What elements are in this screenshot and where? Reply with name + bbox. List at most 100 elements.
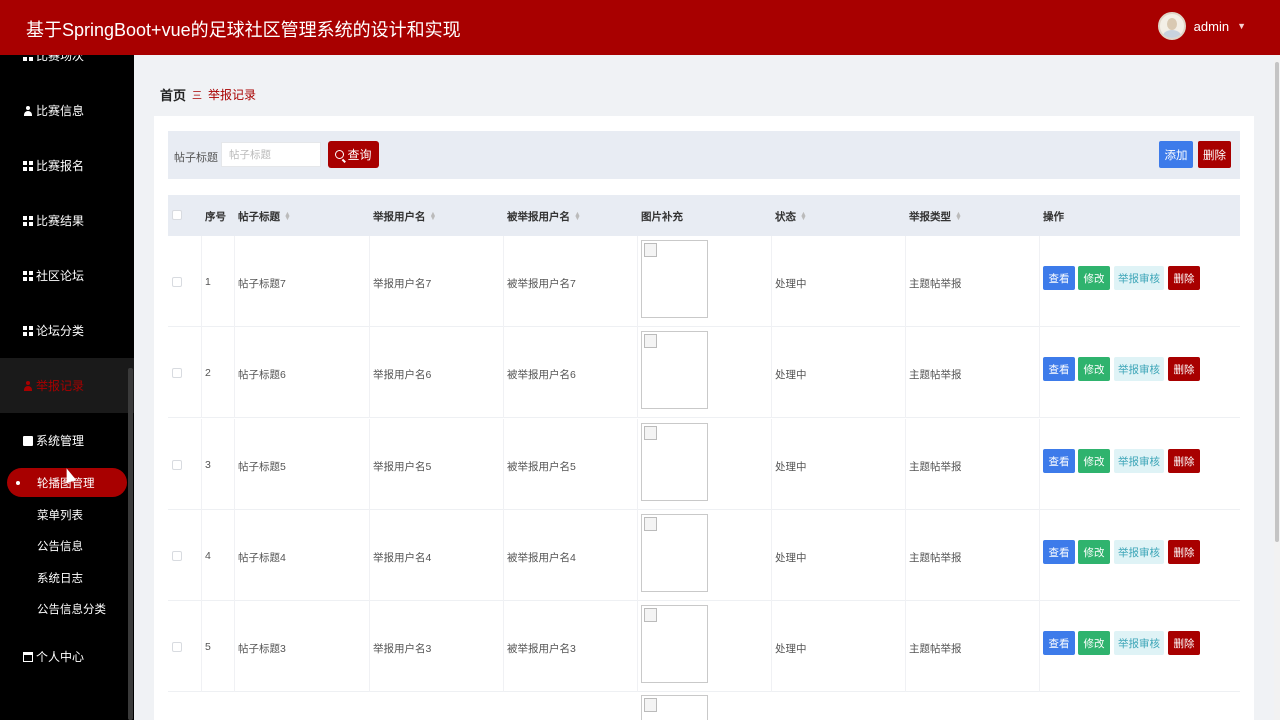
sidebar-item-label: 比赛结果 (36, 214, 85, 228)
delete-button[interactable]: 删除 (1168, 449, 1200, 473)
batch-delete-button[interactable]: 删除 (1198, 141, 1231, 168)
cell-reporter: 举报用户名3 (373, 643, 432, 655)
sidebar-item-label: 社区论坛 (36, 269, 85, 283)
report-image-placeholder[interactable] (641, 423, 708, 501)
sidebar-item-match-info[interactable]: 比赛信息 (0, 83, 134, 138)
report-image-placeholder[interactable] (641, 695, 708, 720)
document-icon (23, 435, 33, 446)
app-title: 基于SpringBoot+vue的足球社区管理系统的设计和实现 (26, 20, 461, 40)
cell-index: 5 (205, 641, 211, 653)
sidebar-item-personal-center[interactable]: 个人中心 (0, 629, 134, 684)
report-audit-button[interactable]: 举报审核 (1114, 540, 1164, 564)
column-header-index: 序号 (205, 211, 226, 223)
report-image-placeholder[interactable] (641, 331, 708, 409)
sidebar-subitem-notice-category[interactable]: 公告信息分类 (0, 593, 134, 624)
edit-button[interactable]: 修改 (1078, 449, 1110, 473)
row-checkbox[interactable] (172, 642, 182, 652)
column-divider (771, 327, 772, 418)
view-button[interactable]: 查看 (1043, 449, 1075, 473)
sort-icon[interactable]: ▲ ▼ (955, 211, 962, 222)
report-audit-button[interactable]: 举报审核 (1114, 357, 1164, 381)
row-checkbox[interactable] (172, 460, 182, 470)
sidebar-item-label: 举报记录 (36, 379, 85, 393)
avatar[interactable] (1157, 12, 1186, 40)
sort-icon[interactable]: ▲ ▼ (284, 211, 291, 222)
column-divider (905, 419, 906, 510)
sidebar-subitem-notice-info[interactable]: 公告信息 (0, 530, 134, 561)
delete-button[interactable]: 删除 (1168, 357, 1200, 381)
column-divider (1039, 236, 1040, 327)
sidebar-item-match-sessions[interactable]: 比赛场次 (0, 55, 134, 83)
sidebar-subitem-system-log[interactable]: 系统日志 (0, 562, 134, 593)
column-divider (905, 327, 906, 418)
row-checkbox[interactable] (172, 368, 182, 378)
edit-button[interactable]: 修改 (1078, 357, 1110, 381)
search-label: 帖子标题 (174, 152, 218, 164)
post-title-search-input[interactable] (221, 142, 321, 167)
page-scrollbar[interactable] (1275, 62, 1279, 542)
report-audit-button[interactable]: 举报审核 (1114, 266, 1164, 290)
delete-button[interactable]: 删除 (1168, 631, 1200, 655)
table-row: 4 帖子标题4 举报用户名4 被举报用户名4 处理中 主题帖举报 查看 修改 举报审核 删除 (168, 510, 1240, 601)
column-header-post-title[interactable]: 帖子标题 ▲ ▼ (238, 209, 291, 224)
sidebar-item-label: 论坛分类 (36, 324, 85, 338)
column-header-report-type[interactable]: 举报类型 ▲ ▼ (909, 209, 962, 224)
sort-icon[interactable]: ▲ ▼ (574, 211, 581, 222)
sidebar-subitem-label: 公告信息 (37, 540, 83, 553)
search-button[interactable]: 查询 (328, 141, 379, 168)
cell-report-type: 主题帖举报 (909, 278, 962, 290)
delete-button[interactable]: 删除 (1168, 540, 1200, 564)
column-header-image: 图片补充 (641, 211, 683, 223)
caret-down-icon[interactable]: ▼ (1237, 21, 1246, 31)
cell-report-type: 主题帖举报 (909, 643, 962, 655)
report-audit-button[interactable]: 举报审核 (1114, 449, 1164, 473)
column-divider (201, 601, 202, 692)
search-toolbar: 帖子标题 查询 添加 删除 (168, 131, 1240, 179)
column-divider (201, 510, 202, 601)
delete-button[interactable]: 删除 (1168, 266, 1200, 290)
sidebar-item-report-records[interactable]: 举报记录 (0, 358, 134, 413)
edit-button[interactable]: 修改 (1078, 540, 1110, 564)
report-image-placeholder[interactable] (641, 605, 708, 683)
sort-icon[interactable]: ▲ ▼ (800, 211, 807, 222)
sidebar-item-system-management[interactable]: 系统管理 (0, 413, 134, 468)
sidebar-item-forum-category[interactable]: 论坛分类 (0, 303, 134, 358)
column-header-reporter[interactable]: 举报用户名 ▲ ▼ (373, 209, 436, 224)
report-image-placeholder[interactable] (641, 514, 708, 592)
sidebar-item-label: 比赛场次 (36, 55, 85, 63)
grid-icon (23, 160, 33, 171)
column-header-label: 被举报用户名 (507, 211, 570, 223)
select-all-checkbox[interactable] (172, 210, 182, 220)
sidebar-item-match-signup[interactable]: 比赛报名 (0, 138, 134, 193)
view-button[interactable]: 查看 (1043, 540, 1075, 564)
report-audit-button[interactable]: 举报审核 (1114, 631, 1164, 655)
view-button[interactable]: 查看 (1043, 266, 1075, 290)
column-divider (905, 510, 906, 601)
user-menu[interactable]: admin ▼ (1157, 12, 1246, 40)
report-image-placeholder[interactable] (641, 240, 708, 318)
view-button[interactable]: 查看 (1043, 357, 1075, 381)
row-checkbox[interactable] (172, 277, 182, 287)
edit-button[interactable]: 修改 (1078, 266, 1110, 290)
sidebar-item-community-forum[interactable]: 社区论坛 (0, 248, 134, 303)
table-row: 2 帖子标题6 举报用户名6 被举报用户名6 处理中 主题帖举报 查看 修改 举报审核 删除 (168, 327, 1240, 418)
row-checkbox[interactable] (172, 551, 182, 561)
cell-post-title: 帖子标题3 (238, 643, 286, 655)
column-divider (1039, 601, 1040, 692)
grid-icon (23, 325, 33, 336)
sidebar-item-match-results[interactable]: 比赛结果 (0, 193, 134, 248)
sidebar-scrollbar[interactable] (128, 368, 133, 720)
sort-icon[interactable]: ▲ ▼ (430, 211, 437, 222)
user-icon (23, 380, 33, 391)
view-button[interactable]: 查看 (1043, 631, 1075, 655)
breadcrumb-home[interactable]: 首页 (160, 85, 186, 104)
table-row: 5 帖子标题3 举报用户名3 被举报用户名3 处理中 主题帖举报 查看 修改 举报审核 删除 (168, 601, 1240, 692)
cell-status: 处理中 (775, 552, 807, 564)
edit-button[interactable]: 修改 (1078, 631, 1110, 655)
sidebar-item-label: 比赛信息 (36, 104, 85, 118)
sidebar-subitem-menu-list[interactable]: 菜单列表 (0, 499, 134, 530)
column-header-reported[interactable]: 被举报用户名 ▲ ▼ (507, 209, 581, 224)
add-button[interactable]: 添加 (1159, 141, 1193, 168)
user-name[interactable]: admin (1194, 19, 1229, 34)
column-header-status[interactable]: 状态 ▲ ▼ (775, 209, 807, 224)
